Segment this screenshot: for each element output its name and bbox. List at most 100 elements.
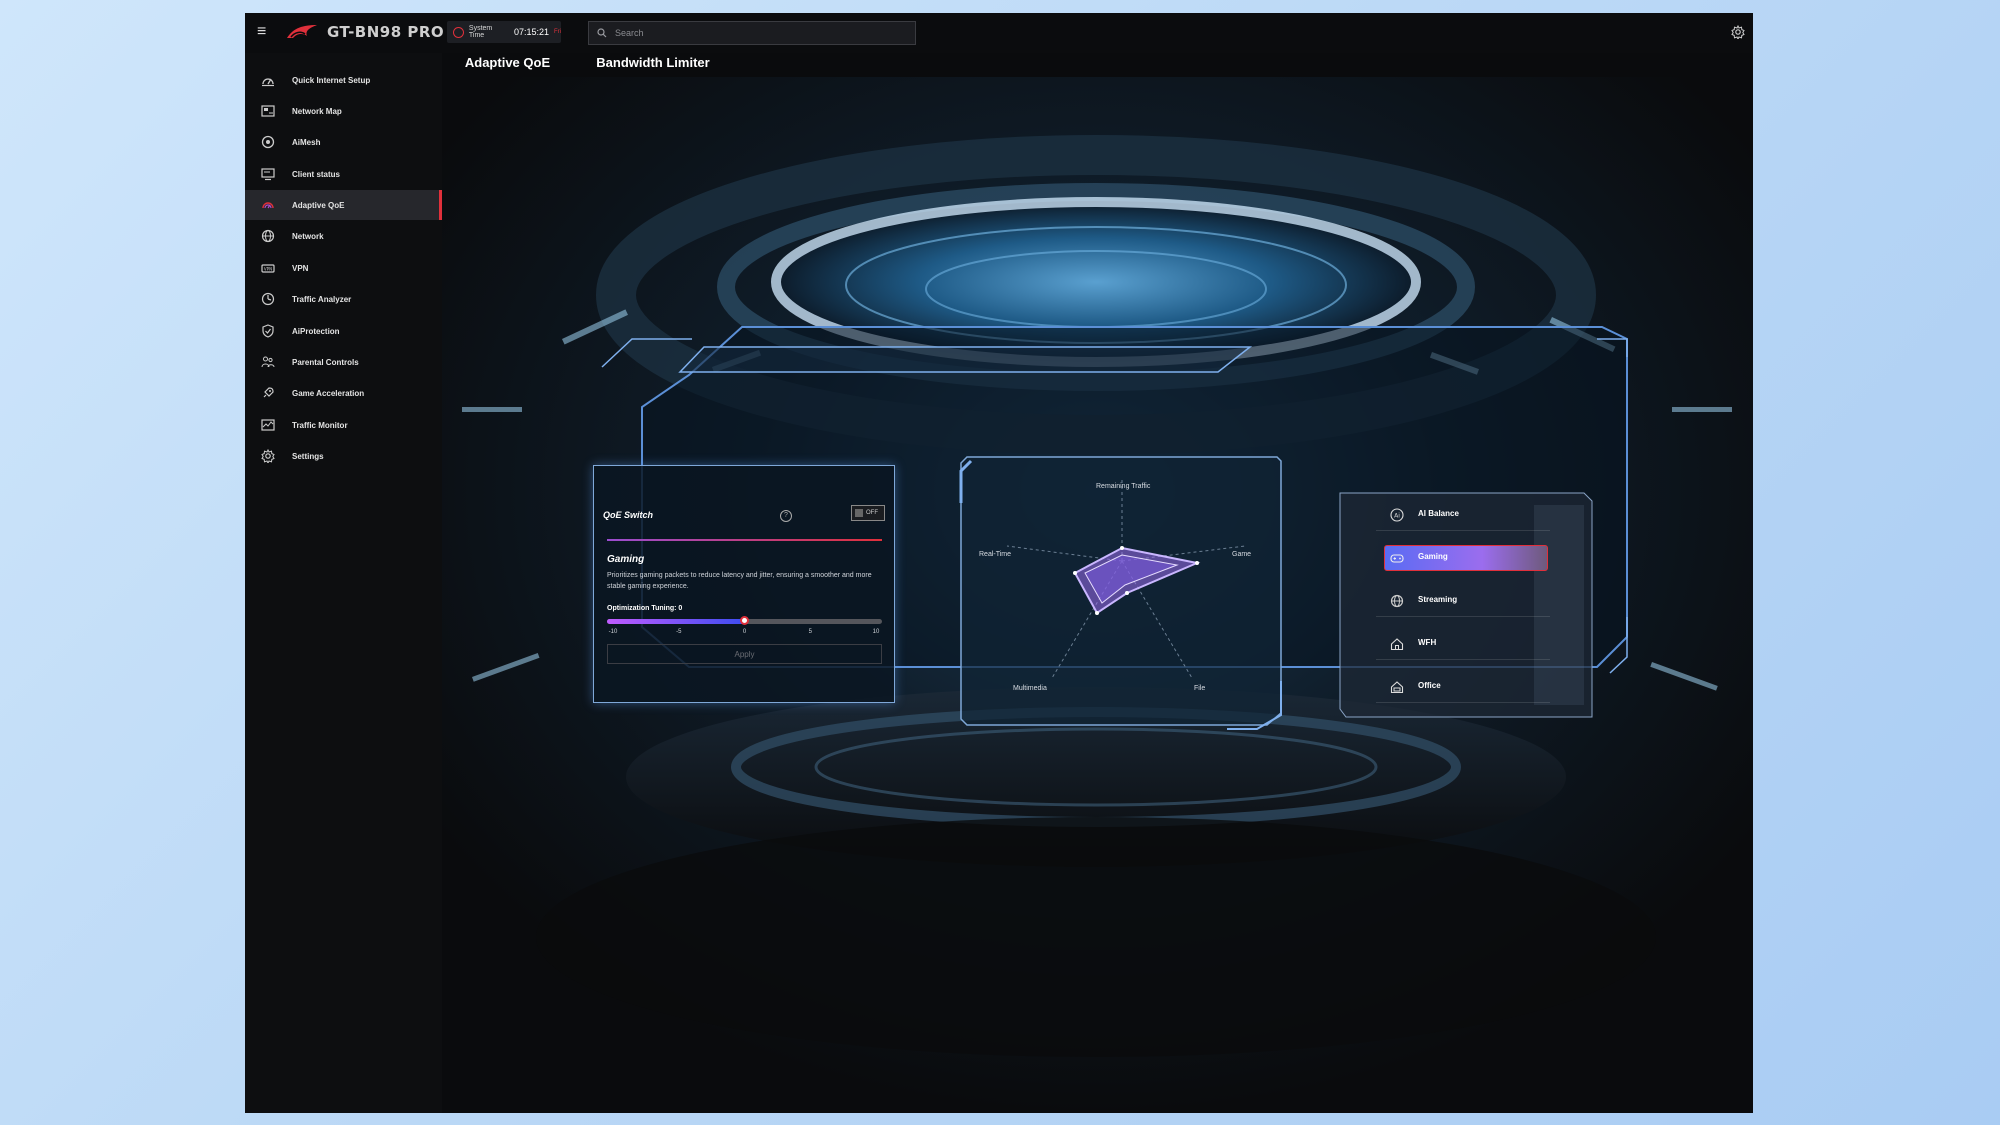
- menu-icon[interactable]: ≡: [257, 24, 273, 40]
- gear-icon: [261, 449, 275, 463]
- radar-axis-real-time: Real-Time: [979, 551, 1012, 558]
- network-map-icon: [261, 105, 275, 117]
- aimesh-icon: [261, 135, 275, 149]
- sidebar-item-traffic-monitor[interactable]: Traffic Monitor: [245, 410, 442, 440]
- mode-option-label: Gaming: [1418, 552, 1448, 561]
- mode-option-label: Streaming: [1418, 595, 1458, 604]
- family-icon: [261, 356, 275, 368]
- qoe-toggle[interactable]: OFF: [851, 505, 885, 521]
- gamepad-icon: [1390, 554, 1404, 563]
- search-icon: [597, 28, 607, 38]
- rog-logo: [287, 25, 317, 38]
- optimization-tuning-label: Optimization Tuning: 0: [607, 605, 683, 612]
- sidebar-item-label: Settings: [292, 451, 324, 461]
- home-icon: [1390, 638, 1404, 651]
- clock-chart-icon: [261, 292, 275, 306]
- sidebar-item-quick-internet-setup[interactable]: Quick Internet Setup: [245, 65, 442, 95]
- sidebar-item-label: Game Acceleration: [292, 388, 365, 398]
- slider-tick-label: 5: [808, 629, 812, 635]
- slider-tick-label: -5: [676, 629, 682, 635]
- sidebar-item-label: AiProtection: [292, 326, 340, 336]
- mode-option-label: WFH: [1418, 638, 1437, 647]
- apply-button[interactable]: Apply: [607, 644, 882, 664]
- top-bar: ≡ GT-BN98 PRO System Time 07:15:21 Fri: [245, 13, 1753, 53]
- tab-bar: Adaptive QoE Bandwidth Limiter: [442, 53, 1042, 79]
- slider-tick-label: -10: [608, 629, 618, 635]
- sidebar-item-settings[interactable]: Settings: [245, 441, 442, 471]
- sidebar-item-client-status[interactable]: Client status: [245, 159, 442, 189]
- qoe-switch-panel: QoE Switch ? OFF Gaming Prioritizes gami…: [593, 465, 895, 703]
- traffic-monitor-icon: [261, 419, 275, 431]
- vpn-icon: VPN: [261, 264, 275, 273]
- mode-option-streaming[interactable]: Streaming: [1376, 583, 1550, 617]
- clock-icon: [453, 26, 464, 38]
- sidebar-item-vpn[interactable]: VPN VPN: [245, 253, 442, 283]
- sidebar-item-label: Traffic Analyzer: [292, 294, 352, 304]
- office-icon: [1390, 681, 1404, 694]
- slider-tick-label: 10: [872, 629, 880, 635]
- optimization-tuning-slider[interactable]: [607, 616, 882, 625]
- help-icon[interactable]: ?: [780, 510, 792, 522]
- sidebar-item-label: Parental Controls: [292, 357, 359, 367]
- sidebar-item-network-map[interactable]: Network Map: [245, 96, 442, 126]
- separator: [1376, 702, 1550, 703]
- shield-icon: [262, 324, 274, 338]
- sidebar-item-aiprotection[interactable]: AiProtection: [245, 316, 442, 346]
- mode-title: Gaming: [607, 554, 645, 565]
- system-time-badge: System Time 07:15:21 Fri: [447, 21, 561, 43]
- mode-option-label: Office: [1418, 681, 1441, 690]
- speedometer-icon: [262, 78, 274, 87]
- radar-axis-remaining-traffic: Remaining Traffic: [1096, 483, 1151, 490]
- globe-icon: [1390, 594, 1404, 608]
- selected-highlight: [1384, 545, 1548, 571]
- svg-text:VPN: VPN: [264, 267, 272, 272]
- toggle-state: OFF: [866, 510, 878, 516]
- qoe-switch-title: QoE Switch: [603, 510, 654, 520]
- mode-option-label: AI Balance: [1418, 509, 1459, 518]
- toggle-knob: [855, 509, 863, 517]
- router-admin-window: ≡ GT-BN98 PRO System Time 07:15:21 Fri Q…: [245, 13, 1753, 1113]
- mode-option-ai-balance[interactable]: Ai AI Balance: [1376, 497, 1550, 531]
- sidebar-item-parental-controls[interactable]: Parental Controls: [245, 347, 442, 377]
- main-content: Adaptive QoE Bandwidth Limiter QoE Switc…: [442, 53, 1753, 1113]
- sidebar-item-label: Traffic Monitor: [292, 420, 348, 430]
- mode-option-gaming[interactable]: Gaming: [1376, 540, 1550, 574]
- sidebar-item-label: Adaptive QoE: [292, 200, 345, 210]
- mode-option-wfh[interactable]: WFH: [1376, 626, 1550, 660]
- slider-knob[interactable]: [739, 616, 749, 625]
- system-time-label: System Time: [468, 25, 493, 39]
- mode-list: Ai AI Balance Gaming Streaming WFH Office: [1376, 497, 1550, 707]
- sidebar-item-label: Network: [292, 231, 324, 241]
- sidebar-item-traffic-analyzer[interactable]: Traffic Analyzer: [245, 284, 442, 314]
- sidebar-item-label: Quick Internet Setup: [292, 75, 371, 85]
- sidebar-item-aimesh[interactable]: AiMesh: [245, 127, 442, 157]
- system-day: Fri: [554, 29, 561, 35]
- globe-icon: [261, 229, 275, 243]
- tab-adaptive-qoe[interactable]: Adaptive QoE: [442, 53, 573, 79]
- slider-tick-label: 0: [742, 629, 747, 635]
- sidebar-item-label: AiMesh: [292, 137, 321, 147]
- search-box[interactable]: [588, 21, 916, 45]
- sidebar-item-game-acceleration[interactable]: Game Acceleration: [245, 378, 442, 408]
- gear-icon[interactable]: [1731, 25, 1745, 39]
- sidebar-item-network[interactable]: Network: [245, 221, 442, 251]
- sidebar-item-label: Network Map: [292, 106, 342, 116]
- divider: [607, 539, 882, 541]
- slider-fill: [607, 619, 745, 624]
- tab-bandwidth-limiter[interactable]: Bandwidth Limiter: [573, 53, 733, 77]
- separator: [1376, 659, 1550, 660]
- mode-list-panel: Ai AI Balance Gaming Streaming WFH Office: [1334, 485, 1594, 725]
- sidebar-item-label: Client status: [292, 169, 341, 179]
- sidebar-item-adaptive-qoe[interactable]: Adaptive QoE: [245, 190, 442, 220]
- search-input[interactable]: [613, 27, 897, 39]
- separator: [1376, 616, 1550, 617]
- mode-option-office[interactable]: Office: [1376, 669, 1550, 703]
- rocket-icon: [263, 387, 274, 398]
- qoe-scene: QoE Switch ? OFF Gaming Prioritizes gami…: [442, 77, 1753, 1113]
- radar-axis-multimedia: Multimedia: [1013, 685, 1047, 692]
- svg-text:Ai: Ai: [1394, 513, 1400, 520]
- radar-axis-file: File: [1194, 685, 1206, 692]
- qoe-gauge-icon: [262, 202, 274, 209]
- radar-axis-game: Game: [1232, 551, 1252, 558]
- monitor-icon: [261, 168, 275, 181]
